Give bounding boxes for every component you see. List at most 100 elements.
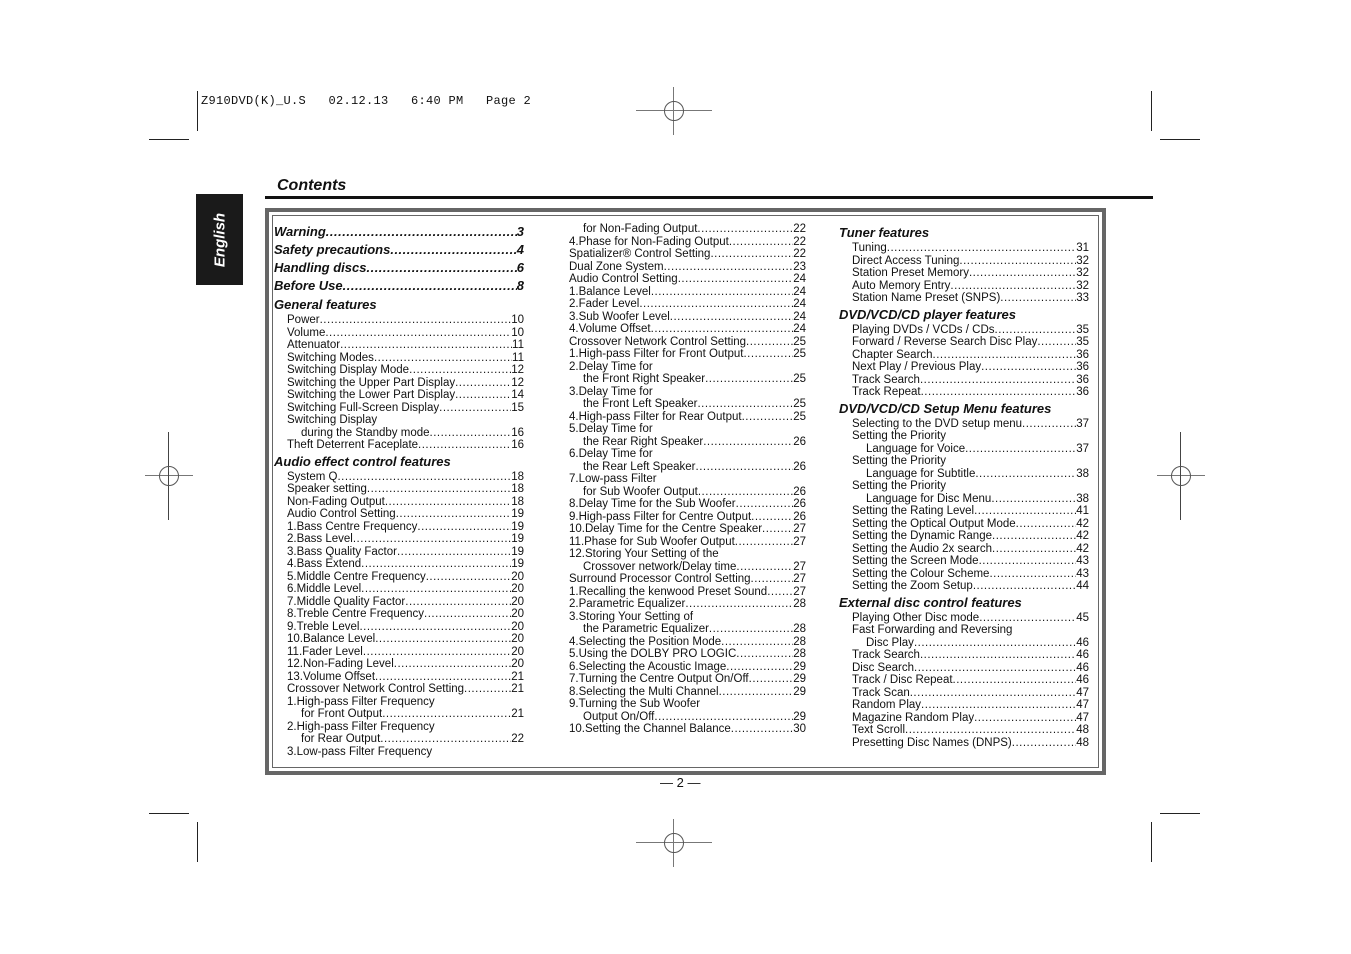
toc-entry: 4.Selecting the Position Mode 28 bbox=[569, 636, 806, 649]
toc-entry-title: for Sub Woofer Output bbox=[583, 485, 698, 498]
toc-entry: Output On/Off 29 bbox=[569, 711, 806, 724]
toc-entry: 2.Fader Level 24 bbox=[569, 298, 806, 311]
leader-dots bbox=[405, 596, 511, 609]
toc-entry-title: Audio Control Setting bbox=[287, 508, 396, 520]
toc-entry-title: Switching Display bbox=[287, 414, 378, 426]
language-tab: English bbox=[196, 194, 243, 285]
toc-entry-title: 1.High-pass Filter Frequency bbox=[287, 695, 435, 708]
title-rule bbox=[265, 196, 1153, 199]
toc-entry-title: 6.Selecting the Acoustic Image bbox=[569, 660, 727, 673]
toc-entry-title: Setting the Colour Scheme bbox=[852, 567, 990, 580]
toc-entry-title: Disc Search bbox=[852, 661, 914, 674]
toc-page-number: 25 bbox=[793, 410, 806, 423]
leader-dots bbox=[426, 571, 511, 584]
leader-dots bbox=[905, 724, 1076, 737]
toc-entry-title: Setting the Priority bbox=[852, 430, 946, 442]
toc-page-number: 20 bbox=[511, 583, 524, 595]
leader-dots bbox=[726, 661, 793, 674]
toc-entry-title: Setting the Priority bbox=[852, 455, 946, 467]
toc-section-heading: Tuner features bbox=[839, 224, 1089, 242]
toc-entry-title: Track Search bbox=[852, 373, 920, 386]
toc-entry-title: for Non-Fading Output bbox=[583, 223, 698, 235]
toc-page-number: 25 bbox=[793, 373, 806, 385]
toc-entry-title: 9.Treble Level bbox=[287, 620, 360, 633]
toc-entry: 3.Bass Quality Factor 19 bbox=[274, 546, 524, 559]
toc-entry: Switching the Lower Part Display 14 bbox=[274, 389, 524, 402]
toc-page-number: 36 bbox=[1076, 348, 1089, 361]
toc-entry-title: 3.Delay Time for bbox=[569, 385, 653, 398]
toc-entry: 10.Balance Level 20 bbox=[274, 633, 524, 646]
toc-entry: Setting the Colour Scheme 43 bbox=[839, 568, 1089, 581]
leader-dots bbox=[382, 708, 511, 721]
toc-entry: Playing DVDs / VCDs / CDs 35 bbox=[839, 324, 1089, 337]
page-number: — 2 — bbox=[660, 775, 701, 790]
leader-dots bbox=[703, 436, 793, 449]
toc-entry: System Q 18 bbox=[274, 471, 524, 484]
leader-dots bbox=[375, 671, 511, 684]
toc-entry: Track Search 46 bbox=[839, 649, 1089, 662]
leader-dots bbox=[989, 568, 1076, 581]
toc-entry-title: DVD/VCD/CD player features bbox=[839, 306, 1016, 322]
toc-page-number: 3 bbox=[516, 224, 524, 239]
toc-entry-title: 12.Storing Your Setting of the bbox=[569, 548, 719, 560]
toc-entry-title: Crossover Network Control Setting bbox=[287, 683, 465, 695]
leader-dots bbox=[409, 364, 511, 377]
toc-entry-line: Setting the Priority bbox=[839, 430, 1089, 443]
leader-dots bbox=[921, 386, 1077, 399]
toc-entry-title: Magazine Random Play bbox=[852, 711, 975, 724]
leader-dots bbox=[709, 623, 793, 636]
leader-dots bbox=[729, 236, 793, 249]
toc-entry-title: 4.Phase for Non-Fading Output bbox=[569, 235, 729, 248]
leader-dots bbox=[455, 377, 511, 390]
toc-column-3: Tuner featuresTuning31Direct Access Tuni… bbox=[839, 223, 1089, 749]
leader-dots bbox=[374, 352, 512, 365]
toc-page-number: 32 bbox=[1076, 279, 1089, 292]
leader-dots bbox=[979, 612, 1076, 625]
toc-entry: Power 10 bbox=[274, 314, 524, 327]
toc-entry: Track Repeat 36 bbox=[839, 386, 1089, 399]
toc-entry: 11.Phase for Sub Woofer Output 27 bbox=[569, 536, 806, 549]
leader-dots bbox=[417, 521, 511, 534]
leader-dots bbox=[751, 573, 794, 586]
toc-entry: the Rear Right Speaker 26 bbox=[569, 436, 806, 449]
toc-entry: 5.Middle Centre Frequency 20 bbox=[274, 571, 524, 584]
toc-entry-title: 13.Volume Offset bbox=[287, 670, 376, 683]
leader-dots bbox=[697, 398, 793, 411]
toc-page-number: 19 bbox=[511, 558, 524, 570]
toc-entry: Track Scan 47 bbox=[839, 687, 1089, 700]
toc-page-number: 6 bbox=[516, 260, 524, 275]
toc-entry-line: Switching Display bbox=[274, 414, 524, 427]
toc-page-number: 27 bbox=[793, 585, 806, 598]
toc-entry: for Sub Woofer Output 26 bbox=[569, 486, 806, 499]
toc-entry-line: 6.Delay Time for bbox=[569, 448, 806, 461]
leader-dots bbox=[439, 402, 511, 415]
toc-page-number: 36 bbox=[1076, 361, 1089, 373]
leader-dots bbox=[705, 373, 793, 386]
toc-entry-line: 5.Delay Time for bbox=[569, 423, 806, 436]
toc-section-heading: DVD/VCD/CD player features bbox=[839, 306, 1089, 324]
leader-dots bbox=[910, 687, 1076, 700]
toc-page-number: 45 bbox=[1076, 611, 1089, 624]
toc-entry: 9.High-pass Filter for Centre Output 26 bbox=[569, 511, 806, 524]
leader-dots bbox=[651, 286, 793, 299]
toc-entry: Chapter Search 36 bbox=[839, 349, 1089, 362]
toc-entry-title: Language for Disc Menu bbox=[866, 492, 992, 505]
toc-page-number: 36 bbox=[1076, 386, 1089, 398]
leader-dots bbox=[698, 486, 793, 499]
leader-dots bbox=[390, 241, 516, 259]
toc-entry: Random Play 47 bbox=[839, 699, 1089, 712]
toc-entry-title: Track / Disc Repeat bbox=[852, 674, 953, 686]
toc-entry-title: Setting the Zoom Setup bbox=[852, 580, 973, 592]
leader-dots bbox=[933, 349, 1077, 362]
toc-entry: 4.Bass Extend 19 bbox=[274, 558, 524, 571]
leader-dots bbox=[430, 427, 512, 440]
toc-entry-title: 4.Selecting the Position Mode bbox=[569, 635, 722, 648]
toc-page-number: 47 bbox=[1076, 711, 1089, 724]
toc-entry: 1.Balance Level 24 bbox=[569, 286, 806, 299]
toc-entry: 8.Treble Centre Frequency 20 bbox=[274, 608, 524, 621]
toc-page-number: 32 bbox=[1076, 267, 1089, 279]
toc-page-number: 44 bbox=[1076, 580, 1089, 592]
toc-page-number: 43 bbox=[1076, 567, 1089, 580]
toc-entry-title: during the Standby mode bbox=[301, 426, 430, 439]
toc-entry-title: Setting the Audio 2x search bbox=[852, 542, 993, 555]
